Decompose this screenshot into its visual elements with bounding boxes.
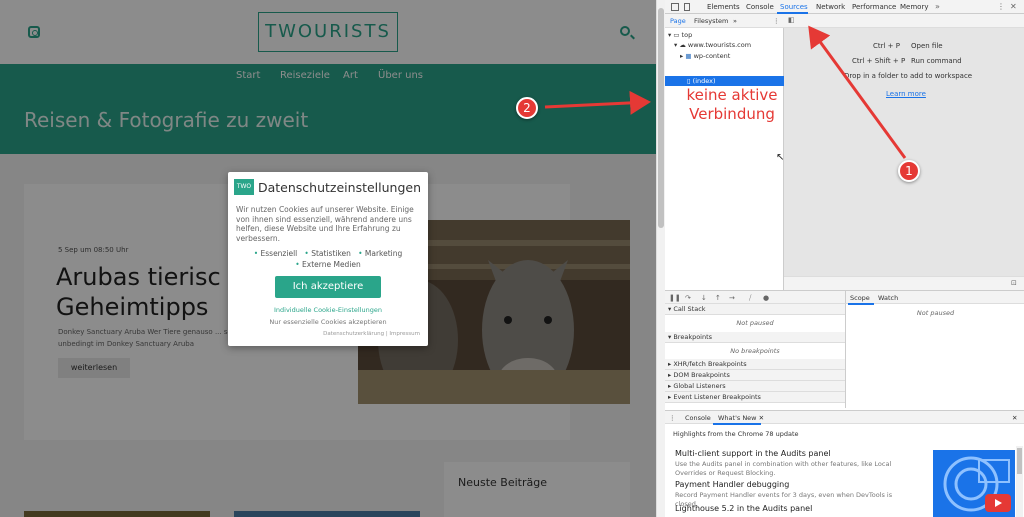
debugger-toolbar: ❚❚ ↷ ↓ ↑ → ⧸ ● bbox=[665, 290, 845, 304]
cookie-categories: • Essenziell • Statistiken • Marketing •… bbox=[253, 249, 403, 269]
whats-new-item-title[interactable]: Payment Handler debugging bbox=[675, 480, 789, 489]
category-statistiken[interactable]: Statistiken bbox=[311, 249, 351, 258]
tab-scope[interactable]: Scope bbox=[850, 294, 870, 302]
call-stack-empty: Not paused bbox=[736, 319, 774, 327]
drawer-tab-indicator bbox=[713, 423, 761, 425]
website-viewport: TWOURISTS Start Reiseziele Art Über uns … bbox=[0, 0, 656, 517]
devtools-tabbar: Elements Console Sources Network Perform… bbox=[665, 0, 1024, 14]
accept-button[interactable]: Ich akzeptiere bbox=[275, 276, 381, 298]
category-essenziell[interactable]: Essenziell bbox=[261, 249, 298, 258]
deactivate-breakpoints-icon[interactable]: ⧸ bbox=[749, 294, 751, 303]
scrollbar-thumb[interactable] bbox=[658, 8, 664, 228]
cookie-text: Wir nutzen Cookies auf unserer Website. … bbox=[236, 205, 414, 243]
drawer-scrollbar[interactable] bbox=[1016, 446, 1023, 517]
drawer-tab-console[interactable]: Console bbox=[685, 414, 711, 422]
tab-network[interactable]: Network bbox=[816, 3, 845, 11]
tab-filesystem[interactable]: Filesystem bbox=[694, 17, 728, 25]
tree-domain[interactable]: ▾ ☁ www.twourists.com bbox=[674, 41, 751, 49]
step-icon[interactable]: → bbox=[729, 294, 735, 302]
drawer-menu-icon[interactable]: ⋮ bbox=[669, 414, 676, 422]
breakpoints-empty: No breakpoints bbox=[730, 347, 780, 355]
scope-empty: Not paused bbox=[916, 309, 955, 317]
shortcut-open-file-label: Open file bbox=[911, 42, 943, 50]
close-icon[interactable]: ✕ bbox=[1010, 2, 1017, 11]
devtools-panel: Elements Console Sources Network Perform… bbox=[665, 0, 1024, 517]
more-icon[interactable]: » bbox=[733, 17, 737, 25]
tree-folder[interactable]: ▸ ■ wp-content bbox=[680, 52, 730, 60]
annotation-badge-1: 1 bbox=[898, 160, 920, 182]
category-marketing[interactable]: Marketing bbox=[365, 249, 402, 258]
scope-pane: Not paused bbox=[845, 304, 1024, 408]
tree-index-file[interactable]: ▯ (index) bbox=[687, 77, 716, 85]
section-breakpoints[interactable]: ▾ Breakpoints bbox=[665, 332, 845, 343]
shortcut-run-command-label: Run command bbox=[911, 57, 962, 65]
sources-editor: ◧ Ctrl + P Open file Ctrl + Shift + P Ru… bbox=[784, 14, 1024, 276]
drawer-close-icon[interactable]: ✕ bbox=[1012, 414, 1017, 422]
drop-folder-hint: Drop in a folder to add to workspace bbox=[844, 72, 973, 80]
tree-selected-row[interactable]: ▯ (index) bbox=[665, 76, 784, 86]
whats-new-item-desc: Use the Audits panel in combination with… bbox=[675, 460, 892, 477]
step-out-icon[interactable]: ↑ bbox=[715, 294, 721, 302]
individual-settings-link[interactable]: Individuelle Cookie-Einstellungen bbox=[228, 306, 428, 314]
whats-new-item-title[interactable]: Multi-client support in the Audits panel bbox=[675, 449, 831, 458]
learn-more-link[interactable]: Learn more bbox=[886, 90, 926, 98]
section-call-stack[interactable]: ▾ Call Stack bbox=[665, 304, 845, 315]
cookie-dialog: TWO Datenschutzeinstellungen Wir nutzen … bbox=[228, 172, 428, 346]
whats-new-video-thumbnail[interactable] bbox=[933, 450, 1015, 517]
kebab-menu-icon[interactable]: ⋮ bbox=[997, 2, 1005, 11]
kebab-icon[interactable]: ⋮ bbox=[773, 17, 780, 25]
mouse-cursor-icon: ↖ bbox=[776, 152, 785, 163]
essential-only-link[interactable]: Nur essenzielle Cookies akzeptieren bbox=[228, 318, 428, 326]
annotation-badge-2: 2 bbox=[516, 97, 538, 119]
shortcut-run-command: Ctrl + Shift + P bbox=[852, 57, 906, 65]
tab-memory[interactable]: Memory bbox=[900, 3, 928, 11]
shortcut-open-file: Ctrl + P bbox=[873, 42, 900, 50]
device-toggle-icon[interactable] bbox=[684, 3, 690, 11]
navigator-tabbar: Page Filesystem » ⋮ bbox=[665, 14, 784, 28]
sources-navigator: Page Filesystem » ⋮ ▾ ▭ top ▾ ☁ www.twou… bbox=[665, 14, 784, 290]
editor-tabbar: ◧ bbox=[784, 14, 1024, 28]
tab-sources[interactable]: Sources bbox=[780, 3, 808, 11]
whats-new-item-title[interactable]: Lighthouse 5.2 in the Audits panel bbox=[675, 504, 812, 513]
pause-exceptions-icon[interactable]: ● bbox=[763, 294, 769, 302]
editor-footer: ⊡ bbox=[784, 276, 1024, 290]
scrollbar-thumb[interactable] bbox=[1017, 448, 1022, 474]
whats-new-subtitle: Highlights from the Chrome 78 update bbox=[673, 430, 799, 438]
category-externe-medien[interactable]: Externe Medien bbox=[302, 260, 361, 269]
youtube-play-icon[interactable] bbox=[985, 494, 1011, 512]
tab-elements[interactable]: Elements bbox=[707, 3, 740, 11]
tab-performance[interactable]: Performance bbox=[852, 3, 896, 11]
cookie-footer-links[interactable]: Datenschutzerklärung | Impressum bbox=[323, 331, 420, 337]
tab-page[interactable]: Page bbox=[670, 17, 686, 25]
tab-console[interactable]: Console bbox=[746, 3, 774, 11]
section-dom-breakpoints[interactable]: ▸ DOM Breakpoints bbox=[665, 370, 845, 381]
drawer-tab-whats-new[interactable]: What's New ✕ bbox=[718, 414, 764, 422]
drawer-tabbar: ⋮ Console What's New ✕ ✕ bbox=[665, 410, 1024, 425]
cookie-logo: TWO bbox=[234, 179, 254, 195]
annotation-text: keine aktive Verbindung bbox=[686, 86, 778, 123]
tab-watch[interactable]: Watch bbox=[878, 294, 898, 302]
tree-top[interactable]: ▾ ▭ top bbox=[668, 31, 692, 39]
cookie-title: Datenschutzeinstellungen bbox=[258, 180, 422, 195]
toggle-navigator-icon[interactable]: ◧ bbox=[788, 16, 795, 24]
section-xhr-breakpoints[interactable]: ▸ XHR/fetch Breakpoints bbox=[665, 359, 845, 370]
step-into-icon[interactable]: ↓ bbox=[701, 294, 707, 302]
step-over-icon[interactable]: ↷ bbox=[685, 294, 691, 302]
inspect-icon[interactable] bbox=[671, 3, 679, 11]
more-tabs-icon[interactable]: » bbox=[935, 2, 940, 11]
page-scrollbar[interactable] bbox=[656, 0, 665, 517]
section-event-listener-breakpoints[interactable]: ▸ Event Listener Breakpoints bbox=[665, 392, 845, 403]
pause-icon[interactable]: ❚❚ bbox=[669, 294, 681, 302]
scope-tabbar: Scope Watch bbox=[845, 290, 1024, 305]
section-global-listeners[interactable]: ▸ Global Listeners bbox=[665, 381, 845, 392]
toggle-debugger-icon[interactable]: ⊡ bbox=[1011, 279, 1017, 287]
